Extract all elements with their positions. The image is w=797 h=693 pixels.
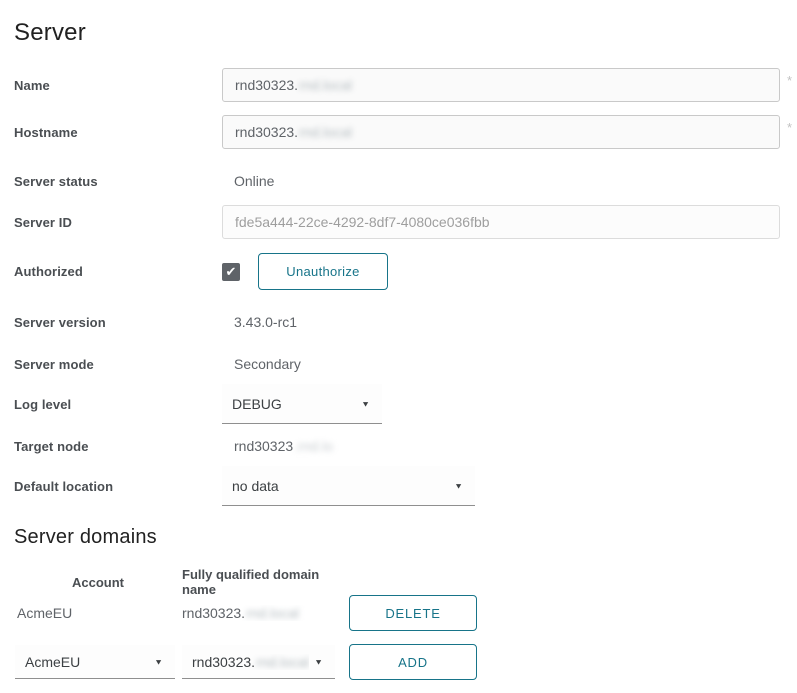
default-location-label: Default location xyxy=(14,479,222,494)
server-version-label: Server version xyxy=(14,315,222,330)
form-row-server-mode: Server mode Secondary xyxy=(14,354,797,374)
name-value: rnd30323. xyxy=(235,77,298,93)
hostname-input[interactable]: rnd30323.rnd.local xyxy=(222,115,780,149)
add-domain-row: AcmeEU ▼ rnd30323.rnd.local ▼ ADD xyxy=(14,643,797,681)
dropdown-arrow-icon: ▼ xyxy=(361,399,370,408)
dropdown-arrow-icon: ▼ xyxy=(314,657,323,666)
log-level-select[interactable]: DEBUG ▼ xyxy=(222,384,382,424)
domain-fqdn-value: rnd30323.rnd.local xyxy=(182,605,349,621)
name-required-mark: * xyxy=(787,73,792,88)
page-title: Server xyxy=(14,18,797,48)
name-redacted-text: rnd.local xyxy=(299,77,352,93)
domain-fqdn-redacted-text: rnd.local xyxy=(246,605,299,621)
form-row-server-status: Server status Online xyxy=(14,171,797,191)
domain-account-value: AcmeEU xyxy=(14,605,182,621)
form-row-default-location: Default location no data ▼ xyxy=(14,466,797,506)
name-label: Name xyxy=(14,78,222,93)
unauthorize-button[interactable]: Unauthorize xyxy=(258,253,388,290)
checkmark-icon: ✔ xyxy=(226,265,237,278)
form-row-target-node: Target node rnd30323.rnd.lo xyxy=(14,436,797,456)
form-row-server-version: Server version 3.43.0-rc1 xyxy=(14,312,797,332)
account-column-header: Account xyxy=(14,575,182,590)
delete-domain-button[interactable]: DELETE xyxy=(349,595,477,631)
dropdown-arrow-icon: ▼ xyxy=(154,657,163,666)
authorized-label: Authorized xyxy=(14,264,222,279)
dropdown-arrow-icon: ▼ xyxy=(454,481,463,490)
form-row-name: Name rnd30323.rnd.local * xyxy=(14,68,797,102)
domain-row: AcmeEU rnd30323.rnd.local DELETE xyxy=(14,591,797,635)
add-domain-fqdn-redacted-text: rnd.local xyxy=(256,654,309,670)
server-version-value: 3.43.0-rc1 xyxy=(222,314,297,330)
server-id-value: fde5a444-22ce-4292-8df7-4080ce036fbb xyxy=(235,214,490,230)
server-domains-heading: Server domains xyxy=(14,526,797,549)
server-id-input: fde5a444-22ce-4292-8df7-4080ce036fbb xyxy=(222,205,780,239)
add-domain-button[interactable]: ADD xyxy=(349,644,477,680)
target-node-value: rnd30323.rnd.lo xyxy=(222,438,333,454)
server-status-label: Server status xyxy=(14,174,222,189)
hostname-redacted-text: rnd.local xyxy=(299,124,352,140)
log-level-value: DEBUG xyxy=(232,396,282,412)
server-settings-page: Server Name rnd30323.rnd.local * Hostnam… xyxy=(0,0,797,681)
target-node-label: Target node xyxy=(14,439,222,454)
target-node-redacted-text: .rnd.lo xyxy=(294,438,333,454)
fqdn-column-header: Fully qualified domain name xyxy=(182,567,349,597)
hostname-value: rnd30323. xyxy=(235,124,298,140)
add-domain-account-value: AcmeEU xyxy=(25,654,80,670)
form-row-server-id: Server ID fde5a444-22ce-4292-8df7-4080ce… xyxy=(14,205,797,239)
server-status-value: Online xyxy=(222,173,274,189)
default-location-select[interactable]: no data ▼ xyxy=(222,466,475,506)
form-row-log-level: Log level DEBUG ▼ xyxy=(14,384,797,424)
add-domain-account-select[interactable]: AcmeEU ▼ xyxy=(15,645,175,679)
add-domain-fqdn-select[interactable]: rnd30323.rnd.local ▼ xyxy=(182,645,335,679)
hostname-label: Hostname xyxy=(14,125,222,140)
server-mode-label: Server mode xyxy=(14,357,222,372)
name-input[interactable]: rnd30323.rnd.local xyxy=(222,68,780,102)
server-mode-value: Secondary xyxy=(222,356,301,372)
form-row-authorized: Authorized ✔ Unauthorize xyxy=(14,253,797,290)
add-domain-fqdn-value: rnd30323.rnd.local xyxy=(192,654,309,670)
form-row-hostname: Hostname rnd30323.rnd.local * xyxy=(14,115,797,149)
hostname-required-mark: * xyxy=(787,120,792,135)
domains-table-header: Account Fully qualified domain name xyxy=(14,567,797,591)
authorized-checkbox[interactable]: ✔ xyxy=(222,263,240,281)
server-id-label: Server ID xyxy=(14,215,222,230)
default-location-value: no data xyxy=(232,478,279,494)
log-level-label: Log level xyxy=(14,397,222,412)
